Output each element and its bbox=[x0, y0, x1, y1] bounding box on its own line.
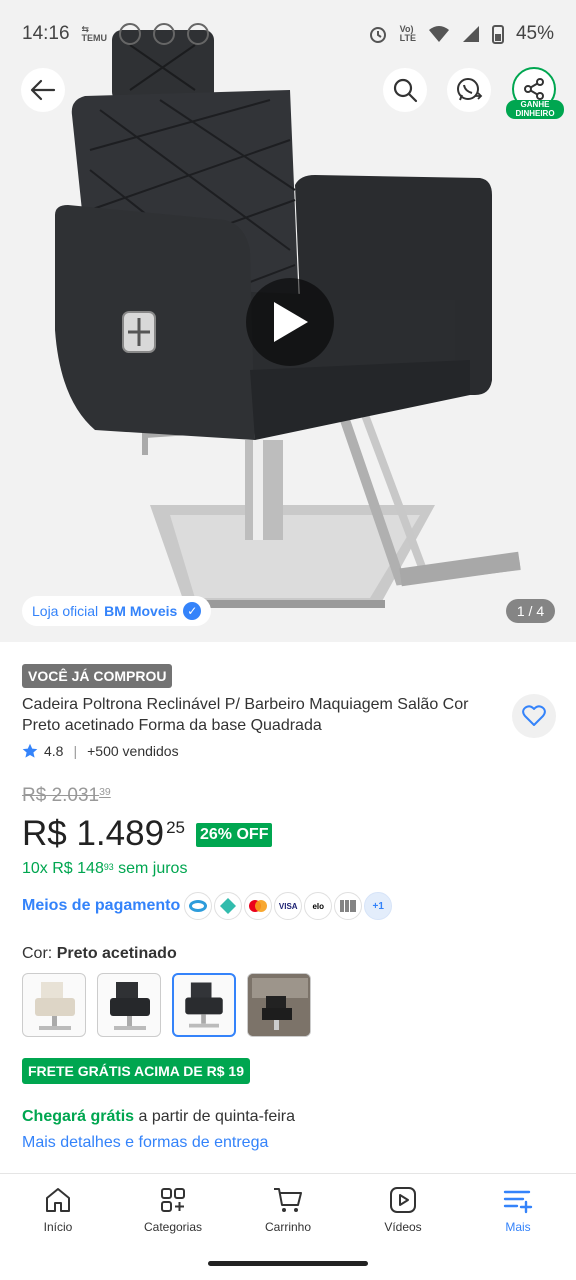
payment-methods-row[interactable]: Meios de pagamento VISA elo +1 bbox=[22, 892, 393, 920]
battery-icon bbox=[491, 25, 504, 44]
swatch-salon-photo[interactable] bbox=[247, 973, 311, 1037]
nav-carrinho[interactable]: Carrinho bbox=[238, 1186, 338, 1234]
rating-row[interactable]: 4.8 | +500 vendidos bbox=[22, 743, 179, 759]
old-price-cents: 39 bbox=[99, 787, 111, 798]
delivery-free-text: Chegará grátis bbox=[22, 1108, 135, 1125]
nav-mais[interactable]: Mais bbox=[468, 1186, 568, 1234]
nav-label: Início bbox=[43, 1220, 73, 1234]
old-price: R$ 2.03139 bbox=[22, 785, 111, 807]
sold-count: +500 vendidos bbox=[87, 743, 179, 759]
installments: 10x R$ 14893 sem juros bbox=[22, 860, 187, 878]
color-label-prefix: Cor: bbox=[22, 945, 53, 962]
status-time: 14:16 bbox=[22, 23, 70, 44]
video-icon bbox=[390, 1187, 416, 1213]
heart-icon bbox=[522, 705, 546, 726]
installments-prefix: 10x R$ 148 bbox=[22, 860, 104, 877]
wifi-icon bbox=[428, 26, 449, 42]
free-shipping-badge: FRETE GRÁTIS ACIMA DE R$ 19 bbox=[22, 1058, 250, 1084]
more-payment-methods[interactable]: +1 bbox=[364, 892, 393, 920]
nav-label: Categorias bbox=[143, 1220, 203, 1234]
nav-inicio[interactable]: Início bbox=[8, 1186, 108, 1234]
arrow-left-icon bbox=[30, 79, 56, 101]
facebook-notification-icon-2 bbox=[153, 23, 176, 45]
color-swatches bbox=[22, 973, 311, 1037]
discount-badge: 26% OFF bbox=[196, 823, 273, 847]
product-title: Cadeira Poltrona Reclinável P/ Barbeiro … bbox=[22, 696, 469, 734]
nav-label: Vídeos bbox=[384, 1220, 422, 1234]
alarm-icon bbox=[369, 27, 386, 43]
whatsapp-share-button[interactable] bbox=[447, 68, 491, 112]
temu-notification-icon: ⇆ TEMU bbox=[81, 24, 108, 43]
status-bar: 14:16 ⇆ TEMU Vo) LTE 45% bbox=[0, 0, 576, 68]
price-cents: 25 bbox=[166, 818, 185, 837]
categories-icon bbox=[161, 1188, 185, 1212]
visa-icon: VISA bbox=[274, 892, 303, 920]
more-menu-icon bbox=[503, 1190, 533, 1214]
already-bought-badge: VOCÊ JÁ COMPROU bbox=[22, 664, 173, 688]
verified-icon: ✓ bbox=[183, 602, 202, 620]
price-main: R$ 1.489 bbox=[22, 814, 165, 853]
delivery-date-text: a partir de quinta-feira bbox=[138, 1108, 296, 1125]
volte-icon: Vo) LTE bbox=[399, 24, 416, 43]
installments-suffix: sem juros bbox=[118, 860, 188, 877]
color-label: Cor: Preto acetinado bbox=[22, 945, 177, 963]
image-pager: 1 / 4 bbox=[506, 599, 555, 623]
search-icon bbox=[393, 78, 418, 103]
nav-categorias[interactable]: Categorias bbox=[123, 1186, 223, 1234]
nav-label: Carrinho bbox=[264, 1220, 312, 1234]
old-price-main: R$ 2.031 bbox=[22, 785, 100, 806]
signal-icon bbox=[462, 26, 479, 42]
elo-icon: elo bbox=[304, 892, 333, 920]
star-icon bbox=[22, 743, 38, 758]
store-name: BM Moveis bbox=[104, 603, 178, 619]
whatsapp-share-icon bbox=[457, 78, 483, 101]
divider: | bbox=[73, 743, 78, 759]
cart-icon bbox=[274, 1188, 302, 1212]
official-store-link[interactable]: Loja oficial BM Moveis ✓ bbox=[22, 596, 212, 626]
gesture-handle[interactable] bbox=[208, 1261, 368, 1266]
play-video-button[interactable] bbox=[246, 278, 334, 366]
swatch-white-chair[interactable] bbox=[22, 973, 86, 1037]
favorite-button[interactable] bbox=[512, 694, 556, 738]
earn-money-label: GANHE DINHEIRO bbox=[506, 100, 564, 119]
payment-methods-link[interactable]: Meios de pagamento bbox=[22, 897, 180, 915]
earn-money-button[interactable]: GANHE DINHEIRO bbox=[506, 67, 564, 123]
play-icon bbox=[274, 302, 308, 342]
swatch-black-chair[interactable] bbox=[97, 973, 161, 1037]
swatch-black-satin-chair-selected[interactable] bbox=[172, 973, 236, 1037]
mercado-pago-icon bbox=[184, 892, 213, 920]
facebook-notification-icon-3 bbox=[187, 23, 210, 45]
boleto-icon bbox=[334, 892, 363, 920]
delivery-estimate: Chegará grátis a partir de quinta-feira bbox=[22, 1108, 295, 1126]
selected-color: Preto acetinado bbox=[56, 945, 177, 962]
installments-cents: 93 bbox=[103, 862, 114, 872]
store-prefix: Loja oficial bbox=[32, 603, 99, 619]
mastercard-icon bbox=[244, 892, 273, 920]
facebook-notification-icon bbox=[119, 23, 142, 45]
search-button[interactable] bbox=[383, 68, 427, 112]
nav-videos[interactable]: Vídeos bbox=[353, 1186, 453, 1234]
delivery-details-link[interactable]: Mais detalhes e formas de entrega bbox=[22, 1134, 268, 1152]
pix-icon bbox=[214, 892, 243, 920]
nav-label: Mais bbox=[505, 1220, 531, 1234]
rating-value: 4.8 bbox=[44, 743, 64, 759]
battery-percent: 45% bbox=[515, 23, 554, 44]
back-button[interactable] bbox=[21, 68, 65, 112]
current-price: R$ 1.489 25 bbox=[22, 814, 185, 854]
share-nodes-icon bbox=[524, 78, 544, 100]
home-icon bbox=[46, 1188, 70, 1212]
